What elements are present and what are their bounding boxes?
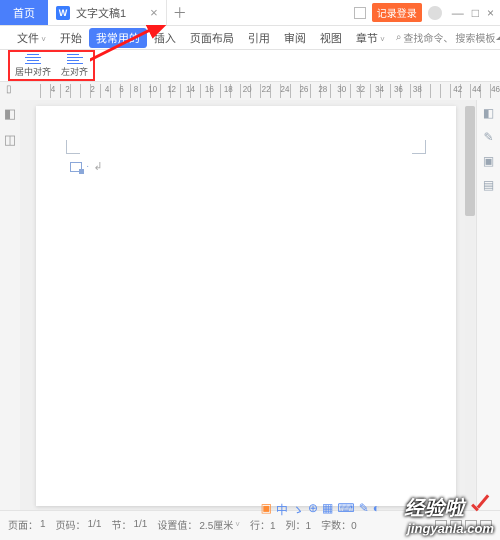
search-icon: ⌕ [396,32,402,43]
edit-tool-icon[interactable]: ✎ [483,130,493,144]
align-center-label: 居中对齐 [15,65,51,78]
select-tool-icon[interactable]: ◧ [483,106,494,120]
search-label: 查找命令、 [403,30,453,45]
tab-home[interactable]: 首页 [0,0,48,25]
page-area: · ↲ [20,100,476,510]
status-unsaved[interactable]: ☁ 未保存 [495,30,500,45]
menu-my-common[interactable]: 我常用的 [89,28,147,48]
object-icon [70,162,82,172]
status-row[interactable]: 行：1 [250,517,276,532]
ime-item[interactable]: ✎ [359,501,369,518]
tab-document[interactable]: W 文字文稿1 × [48,0,167,25]
margin-mark-top-left [66,140,80,154]
maximize-button[interactable]: □ [472,6,479,20]
menu-file[interactable]: 文件 [10,30,53,46]
margin-mark-top-right [412,140,426,154]
text-cursor: ↲ [93,160,102,173]
title-bar: 首页 W 文字文稿1 × ＋ 记录登录 — □ × [0,0,500,26]
login-button[interactable]: 记录登录 [372,3,422,22]
menu-view[interactable]: 视图 [313,30,349,46]
menu-references[interactable]: 引用 [241,30,277,46]
command-search[interactable]: ⌕ 查找命令、 搜索模板 [396,30,496,45]
status-bar: 页面：1 页码：1/1 节：1/1 设置值：2.5厘米 行：1 列：1 字数：0 [0,510,500,538]
close-tab-icon[interactable]: × [150,5,158,20]
status-page[interactable]: 页面：1 [8,517,46,532]
title-bar-right: 记录登录 — □ × [354,0,500,25]
document-title: 文字文稿1 [76,5,126,21]
status-chars[interactable]: 字数：0 [321,517,357,532]
menu-section[interactable]: 章节 [349,30,392,46]
right-side-panel: ◧ ✎ ▣ ▤ [476,100,500,510]
document-page[interactable]: · ↲ [36,106,456,506]
close-window-button[interactable]: × [487,6,494,20]
word-doc-icon: W [56,6,70,20]
status-col[interactable]: 列：1 [286,517,312,532]
properties-icon[interactable]: ▣ [483,154,494,168]
search-placeholder: 搜索模板 [455,30,495,45]
ribbon-toolbar: 居中对齐 左对齐 [0,50,500,82]
highlight-box: 居中对齐 左对齐 [8,50,95,81]
outline-icon[interactable]: ◫ [4,132,16,148]
minimize-button[interactable]: — [452,6,464,20]
add-tab-button[interactable]: ＋ [167,0,193,25]
ime-item[interactable]: ゝ [292,501,304,518]
ime-item[interactable]: ◐ [373,501,380,518]
styles-icon[interactable]: ▤ [483,178,494,192]
view-read-icon[interactable] [450,520,462,530]
menu-review[interactable]: 审阅 [277,30,313,46]
menu-insert[interactable]: 插入 [147,30,183,46]
view-mode-group [435,520,492,530]
align-center-icon [25,54,41,64]
view-outline-icon[interactable] [480,520,492,530]
ime-item[interactable]: ▣ [261,501,272,518]
nav-pane-icon[interactable]: ◧ [4,106,16,122]
align-center-button[interactable]: 居中对齐 [13,53,53,79]
menu-page-layout[interactable]: 页面布局 [183,30,241,46]
workspace: ◧ ◫ · ↲ ◧ ✎ ▣ ▤ [0,100,500,510]
menu-bar: 文件 开始 我常用的 插入 页面布局 引用 审阅 视图 章节 ⌕ 查找命令、 搜… [0,26,500,50]
status-page-num[interactable]: 页码：1/1 [56,517,102,532]
left-rail: ◧ ◫ [0,100,20,510]
horizontal-ruler[interactable]: 4224681012141618202224262830323436384244… [40,84,500,98]
menu-start[interactable]: 开始 [53,30,89,46]
view-print-icon[interactable] [435,520,447,530]
status-position[interactable]: 设置值：2.5厘米 [157,517,240,532]
avatar-icon[interactable] [428,6,442,20]
ime-item[interactable]: ⊕ [308,501,318,518]
ruler-origin-icon: ▯ [6,84,12,95]
ime-item[interactable]: ▦ [322,501,333,518]
ime-item[interactable]: 中 [276,501,288,518]
align-left-icon [67,54,83,64]
align-left-button[interactable]: 左对齐 [59,53,90,79]
ime-item[interactable]: ⌨ [337,501,354,518]
view-web-icon[interactable] [465,520,477,530]
status-section[interactable]: 节：1/1 [111,517,147,532]
ime-toolbar[interactable]: ▣中ゝ⊕▦⌨ ✎◐ [261,501,380,518]
horizontal-ruler-bar: ▯ 42246810121416182022242628303234363842… [0,82,500,100]
vertical-scrollbar-thumb[interactable] [465,106,475,216]
window-indicator-icon[interactable] [354,7,366,19]
align-left-label: 左对齐 [61,65,88,78]
insert-object-handle[interactable]: · ↲ [70,160,103,173]
